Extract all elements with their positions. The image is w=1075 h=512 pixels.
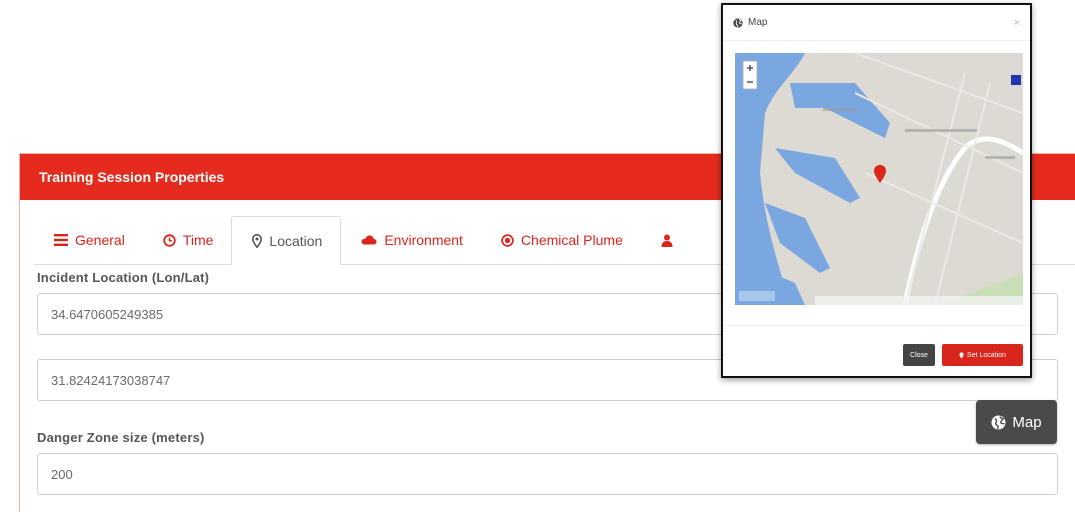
list-icon: [54, 234, 68, 246]
set-location-label: Set Location: [967, 351, 1006, 359]
danger-zone-label: Danger Zone size (meters): [37, 430, 205, 445]
globe-icon: [733, 17, 743, 28]
tab-time[interactable]: Time: [143, 216, 232, 264]
map-button-label: Map: [1012, 413, 1042, 431]
globe-icon: [991, 415, 1006, 430]
tab-location[interactable]: Location: [231, 216, 342, 265]
incident-location-label: Incident Location (Lon/Lat): [37, 270, 210, 285]
cloud-icon: [361, 235, 377, 245]
tab-location-label: Location: [269, 232, 323, 249]
clock-icon: [163, 233, 176, 247]
tab-time-label: Time: [182, 232, 214, 248]
modal-footer: Close Set Location: [723, 325, 1030, 376]
tab-general[interactable]: General: [34, 216, 143, 264]
tab-environment[interactable]: Environment: [341, 216, 481, 264]
map-modal: Map × Close Set Location: [721, 3, 1032, 378]
map-marker-icon: [959, 351, 964, 359]
map-canvas: [735, 53, 1023, 305]
modal-close-x[interactable]: ×: [1014, 17, 1020, 29]
tab-chemical-plume-label: Chemical Plume: [520, 232, 623, 248]
tab-chemical-plume[interactable]: Chemical Plume: [481, 216, 641, 264]
tab-general-label: General: [75, 232, 125, 248]
map-marker-icon: [252, 233, 263, 248]
modal-title: Map: [748, 17, 768, 28]
tab-more[interactable]: [641, 216, 698, 264]
close-button[interactable]: Close: [903, 344, 935, 366]
tab-environment-label: Environment: [384, 232, 463, 248]
set-location-button[interactable]: Set Location: [942, 344, 1023, 366]
target-icon: [501, 233, 514, 247]
map-view[interactable]: [735, 53, 1023, 305]
map-button[interactable]: Map: [976, 400, 1057, 444]
user-icon: [661, 234, 673, 247]
modal-header: Map ×: [723, 5, 1030, 41]
danger-zone-input[interactable]: 200: [37, 453, 1058, 495]
